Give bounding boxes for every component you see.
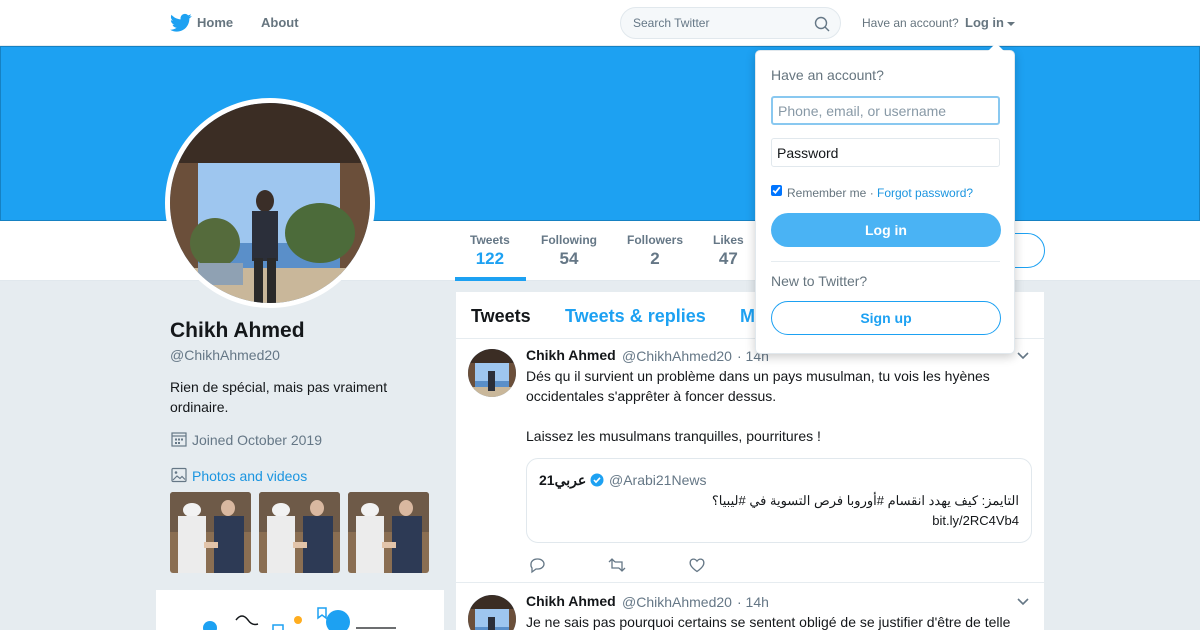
verified-badge-icon [590,473,604,487]
stat-label: Following [541,233,597,247]
chevron-down-icon [1007,21,1015,26]
tab-tweets[interactable]: Tweets [471,306,531,327]
joined-date: Joined October 2019 [192,432,322,448]
chevron-down-icon[interactable] [1017,352,1029,360]
quoted-tweet-text: التايمز: كيف يهدد انقسام #أوروبا فرص الت… [711,493,1019,508]
forgot-password-link[interactable]: Forgot password? [877,186,973,200]
active-stat-underline [455,277,526,281]
image-icon [171,467,187,483]
search-icon[interactable] [814,16,830,32]
stat-likes[interactable]: Likes 47 [713,233,744,269]
stat-label: Followers [627,233,684,247]
media-thumbnail[interactable] [259,492,340,573]
tweet-author-handle[interactable]: @ChikhAhmed20 [622,594,732,610]
media-thumbnail[interactable] [348,492,429,573]
quoted-author-name: عربي21 [539,472,587,488]
thumbnail-photo [170,492,251,573]
tweet-avatar[interactable] [468,595,516,630]
calendar-icon [171,432,187,447]
tab-tweets-and-replies[interactable]: Tweets & replies [565,306,706,327]
stat-value: 54 [559,249,579,268]
chevron-down-icon[interactable] [1017,598,1029,606]
tab-media[interactable]: M [740,306,755,327]
media-thumbnail[interactable] [170,492,251,573]
profile-handle: @ChikhAhmed20 [170,347,280,363]
quoted-author-handle: @Arabi21News [609,472,707,488]
tweet-author-handle[interactable]: @ChikhAhmed20 [622,348,732,364]
stat-value: 122 [475,249,505,268]
stat-label: Likes [713,233,744,247]
profile-avatar[interactable] [165,98,375,308]
signup-promo-card [156,590,444,630]
tweet[interactable]: Chikh Ahmed @ChikhAhmed20 · 14h Dés qu i… [456,339,1044,583]
profile-name: Chikh Ahmed [170,319,305,342]
like-heart-icon[interactable] [688,556,706,574]
login-toggle-label[interactable]: Log in [965,15,1004,30]
tweet-timestamp[interactable]: · 14h [737,594,769,610]
stat-label: Tweets [470,233,510,247]
dropdown-title: Have an account? [771,67,884,83]
tweet-avatar[interactable] [468,349,516,397]
twitter-bird-icon[interactable] [170,13,192,33]
thumbnail-photo [348,492,429,573]
divider [771,261,1000,262]
search-placeholder: Search Twitter [633,16,710,30]
stat-value: 47 [718,249,738,268]
nav-home-link[interactable]: Home [197,15,233,30]
have-account-label: Have an account? [862,16,959,30]
new-to-twitter-label: New to Twitter? [771,273,868,289]
top-navigation: Home About Search Twitter Have an accoun… [0,0,1200,46]
stat-value: 2 [650,249,660,268]
photos-and-videos-link[interactable]: Photos and videos [192,468,307,484]
quoted-tweet[interactable]: عربي21 @Arabi21News التايمز: كيف يهدد ان… [526,458,1032,543]
login-dropdown-toggle[interactable]: Log in [965,15,1015,30]
username-field[interactable] [771,96,1000,125]
profile-bio: Rien de spécial, mais pas vraiment ordin… [170,379,388,415]
promo-illustration [203,607,396,630]
avatar-photo [468,595,516,630]
login-dropdown: Have an account? Remember me · Forgot pa… [755,43,1015,354]
search-input[interactable]: Search Twitter [620,7,841,39]
quoted-tweet-link[interactable]: bit.ly/2RC4Vb4 [932,513,1019,528]
password-field[interactable] [771,138,1000,167]
stat-followers[interactable]: Followers 2 [627,233,683,269]
thumbnail-photo [259,492,340,573]
avatar-photo [468,349,516,397]
stat-tweets[interactable]: Tweets 122 [470,233,510,269]
tweet-text: Je ne sais pas pourquoi certains se sent… [526,614,1011,630]
dropdown-caret [988,43,1004,51]
login-button[interactable]: Log in [771,213,1001,247]
tweet-author-name[interactable]: Chikh Ahmed [526,347,616,363]
stat-following[interactable]: Following 54 [541,233,597,269]
tweet-author-name[interactable]: Chikh Ahmed [526,593,616,609]
remember-me-label[interactable]: Remember me · [787,186,874,200]
tweet[interactable]: Chikh Ahmed @ChikhAhmed20 · 14h Je ne sa… [456,583,1044,630]
tweet-text: Dés qu il survient un problème dans un p… [526,368,990,444]
avatar-photo [170,103,370,303]
reply-icon[interactable] [528,556,546,574]
remember-me-checkbox[interactable] [771,185,782,196]
retweet-icon[interactable] [608,556,626,574]
signup-button[interactable]: Sign up [771,301,1001,335]
nav-about-link[interactable]: About [261,15,299,30]
